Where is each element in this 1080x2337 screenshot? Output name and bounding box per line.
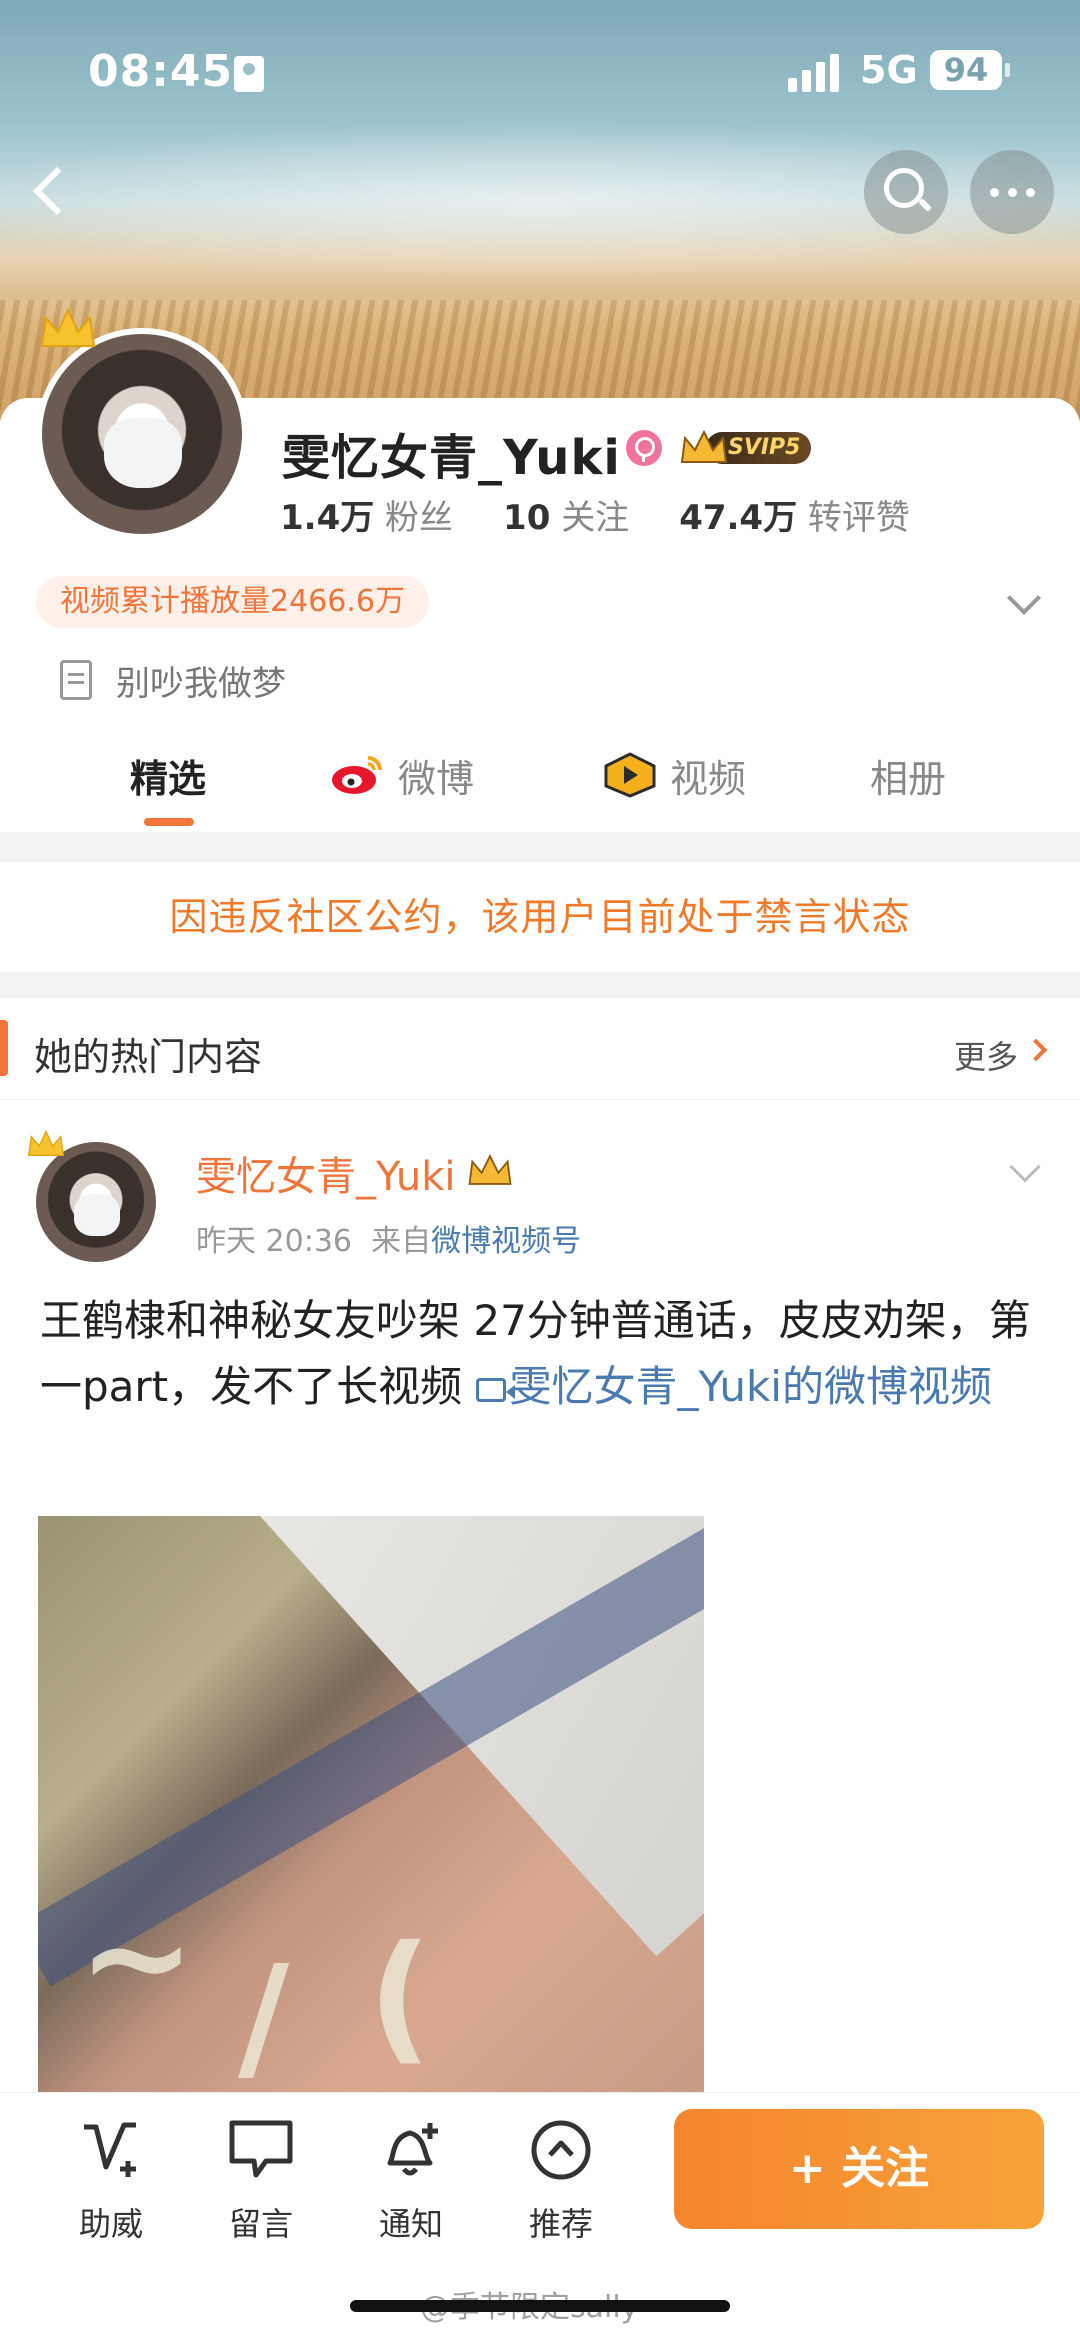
female-gender-icon [626,430,662,466]
profile-avatar[interactable] [36,328,248,540]
chevron-right-icon[interactable] [1024,1038,1048,1062]
tab-active-indicator [144,818,194,826]
hot-content-title: 她的热门内容 [34,1035,263,1079]
recommend-button[interactable]: 推荐 [506,2117,616,2245]
crown-icon [26,1128,66,1160]
signal-icon [788,54,844,92]
video-icon [604,752,656,798]
post-options-chevron-icon[interactable] [1009,1151,1041,1183]
tab-video[interactable]: 视频 [670,748,746,803]
tab-featured[interactable]: 精选 [130,748,206,803]
svip-crown-icon [680,429,728,463]
profile-stats: 1.4万 粉丝 10 关注 47.4万 转评赞 [280,490,960,539]
svip-badge[interactable]: SVIP5 [676,426,816,468]
video-play-count-badge[interactable]: 视频累计播放量2466.6万 [36,576,429,628]
post-source-link[interactable]: 微博视频号 [431,1224,581,1259]
hot-content-section: 她的热门内容 更多 雯忆女青_Yuki 昨天 20:36 来自微博视频号 王鹤棣… [0,998,1080,2116]
cheer-button[interactable]: 助威 [56,2117,166,2245]
search-button[interactable] [864,150,948,234]
message-button[interactable]: 留言 [206,2117,316,2245]
bell-add-icon [387,2123,438,2176]
post-text: 王鹤棣和神秘女友吵架 27分钟普通话，皮皮劝架，第一part，发不了长视频 雯忆… [40,1296,1031,1411]
following-stat[interactable]: 10 关注 [503,498,629,538]
vip-crown-icon [468,1153,512,1185]
more-button[interactable] [970,150,1054,234]
tab-weibo[interactable]: 微博 [398,748,474,803]
post-time: 昨天 20:36 [196,1224,352,1259]
home-indicator[interactable] [350,2300,730,2312]
more-link[interactable]: 更多 [954,1032,1018,1078]
notify-button[interactable]: 通知 [356,2117,466,2245]
cheer-icon [84,2122,136,2177]
profile-username: 雯忆女青_Yuki [282,430,621,486]
post-author-name[interactable]: 雯忆女青_Yuki [196,1144,455,1202]
profile-tabs: 精选 微博 视频 相册 [0,730,1080,830]
network-type: 5G [860,48,918,92]
contact-card-icon [234,56,264,92]
document-icon [60,660,92,700]
message-icon [229,2120,293,2178]
status-bar: 08:45 5G 94 [0,40,1080,110]
ban-notice: 因违反社区公约，该用户目前处于禁言状态 [0,862,1080,972]
tab-album[interactable]: 相册 [870,748,946,803]
engagement-stat[interactable]: 47.4万 转评赞 [679,498,910,538]
post-video-thumbnail[interactable]: ~ / ( [38,1516,704,2116]
weibo-icon [332,756,382,794]
hot-content-header: 她的热门内容 更多 [0,998,1080,1100]
back-button[interactable] [28,160,72,224]
follow-button[interactable]: + 关注 [674,2109,1044,2229]
post-meta: 昨天 20:36 来自微博视频号 [196,1224,582,1259]
crown-icon [38,306,98,352]
followers-stat[interactable]: 1.4万 粉丝 [280,498,453,538]
recommend-icon [531,2120,591,2180]
video-link-icon [475,1377,515,1402]
battery-icon: 94 [930,50,1010,90]
status-time: 08:45 [88,46,234,97]
profile-bio: 别吵我做梦 [116,664,286,704]
post-video-link[interactable]: 雯忆女青_Yuki的微博视频 [475,1362,992,1411]
